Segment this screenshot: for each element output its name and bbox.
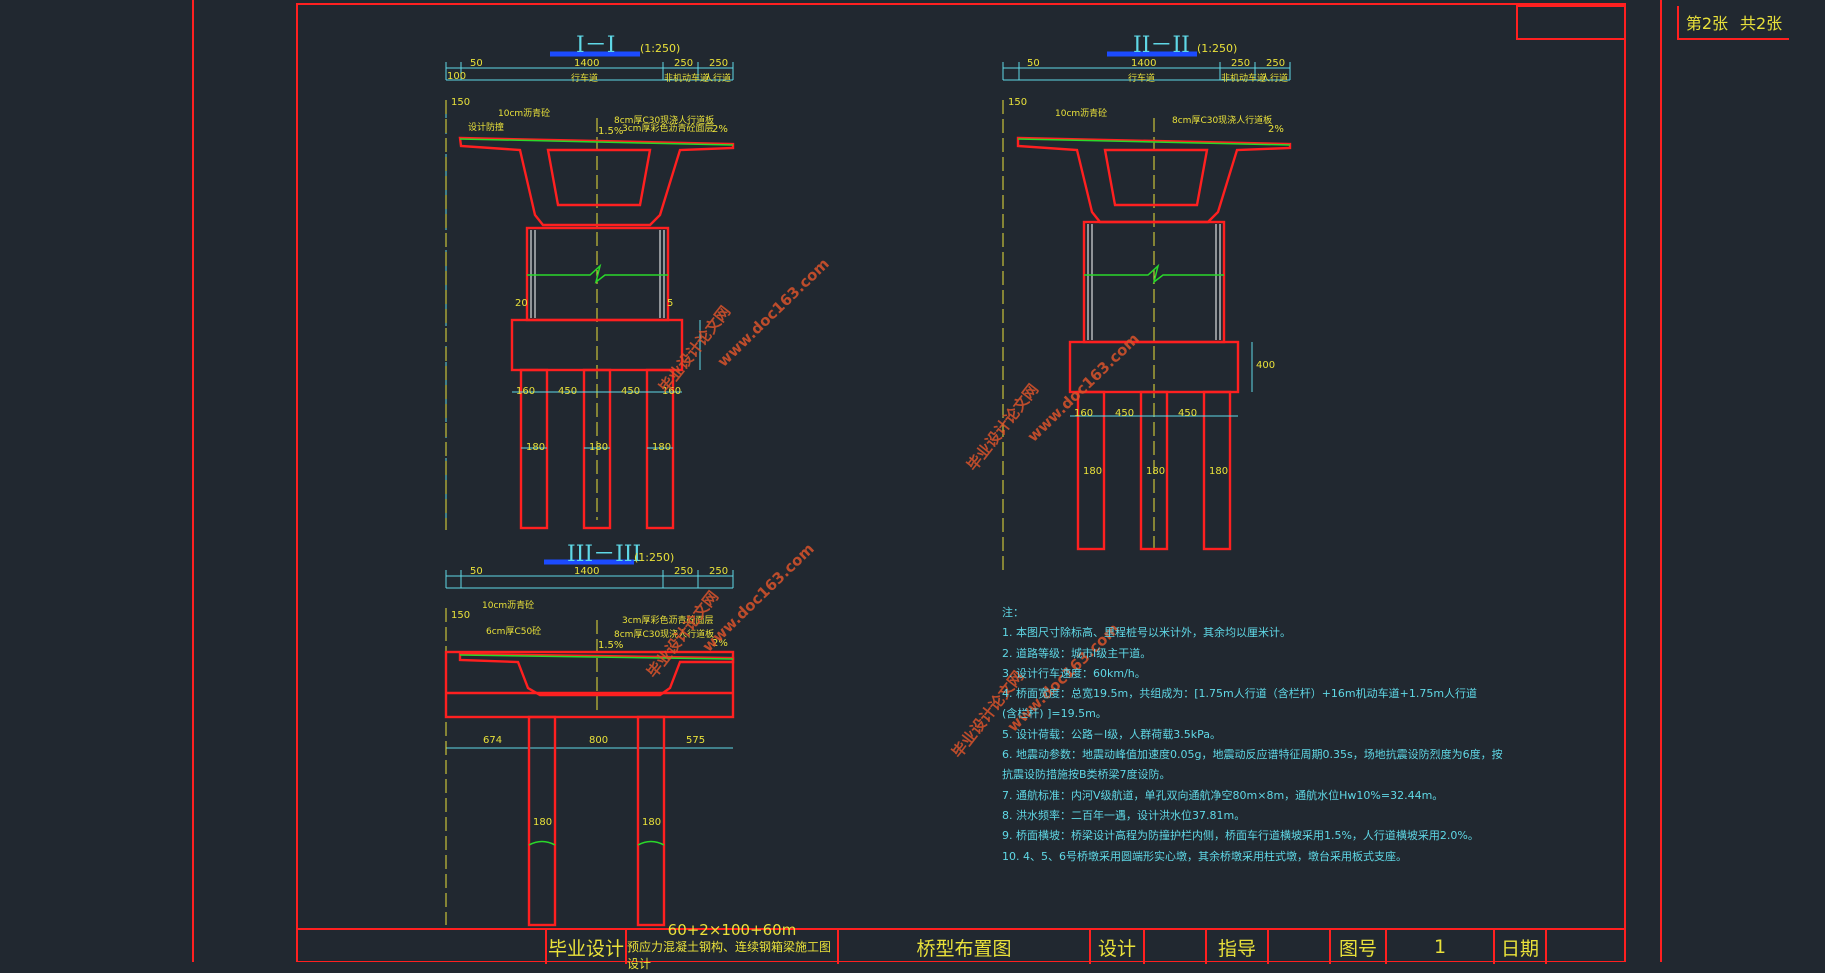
dim2-450-b: 450 <box>1178 408 1198 419</box>
note-line: 10. 4、5、6号桥墩采用圆端形实心墩，其余桥墩采用柱式墩，墩台采用板式支座。 <box>1002 849 1407 863</box>
dim2-250-b: 250 <box>1266 58 1286 69</box>
dim3-1400: 1400 <box>574 566 600 577</box>
dim3-800: 800 <box>589 735 609 746</box>
note-line: 注： <box>1002 606 1024 619</box>
tb-project: 60+2×100+60m 预应力混凝土钢构、连续钢箱梁施工图设计 <box>625 921 837 971</box>
tb-design-type: 毕业设计 <box>545 930 625 964</box>
label3-asphalt-10: 10cm沥青砼 <box>482 601 535 611</box>
section-2-title: II－II <box>1133 33 1190 58</box>
section-2-scale: (1:250) <box>1197 42 1238 55</box>
tb-date-label: 日期 <box>1493 930 1545 964</box>
dim2-150: 150 <box>1008 97 1028 108</box>
dim-1400: 1400 <box>574 58 600 69</box>
label2-asphalt-10: 10cm沥青砼 <box>1055 109 1108 119</box>
dim3-150: 150 <box>451 610 471 621</box>
section-2-drawing <box>1002 51 1292 575</box>
note-line: 抗震设防措施按B类桥梁7度设防。 <box>1002 768 1171 782</box>
tb-advisor-label: 指导 <box>1205 930 1267 964</box>
tb-designer-value <box>1143 930 1205 964</box>
dim-250-b: 250 <box>709 58 729 69</box>
dim3-250: 250 <box>674 566 694 577</box>
tb-drawing-name: 桥型布置图 <box>837 930 1089 964</box>
slope-1: 1.5% <box>598 126 624 137</box>
tb-project-line1: 60+2×100+60m <box>667 920 797 939</box>
section-1-title: I－I <box>576 33 616 58</box>
tb-drawing-no-label: 图号 <box>1329 930 1385 964</box>
drawing-canvas <box>192 0 1662 962</box>
dim-160: 160 <box>516 386 536 397</box>
dim2-180-b: 180 <box>1146 466 1166 477</box>
slope3-1: 1.5% <box>598 640 624 651</box>
dim-150: 150 <box>451 97 471 108</box>
dim3-250-b: 250 <box>709 566 729 577</box>
note-line: 9. 桥面横坡：桥梁设计高程为防撞护栏内侧，桥面车行道横坡采用1.5%，人行道横… <box>1002 829 1479 843</box>
sheet-number: 第2张 共2张 <box>1677 6 1789 40</box>
section-3-scale: (1:250) <box>634 551 675 564</box>
label3-c50: 6cm厚C50砼 <box>486 627 542 637</box>
label2-lane: 行车道 <box>1128 74 1156 84</box>
label-lane: 行车道 <box>571 74 599 84</box>
note-line: 5. 设计荷载：公路－Ⅰ级，人群荷载3.5kPa。 <box>1002 727 1221 741</box>
note-line: 7. 通航标准：内河Ⅴ级航道，单孔双向通航净空80m×8m，通航水位Hw10%=… <box>1002 788 1444 802</box>
dim3-180: 180 <box>533 817 553 828</box>
section-1-scale: (1:250) <box>640 42 681 55</box>
slope-2: 2% <box>712 124 728 135</box>
dim2-180: 180 <box>1083 466 1103 477</box>
cad-drawing-stage: 第2张 共2张 I－I (1:250) II－II (1:250) III－II… <box>0 0 1825 971</box>
label2-walk: 人行道 <box>1261 74 1289 84</box>
title-block: 毕业设计 60+2×100+60m 预应力混凝土钢构、连续钢箱梁施工图设计 桥型… <box>297 921 1625 971</box>
label-bike: 非机动车道 <box>664 74 710 84</box>
dim-180-c: 180 <box>652 442 672 453</box>
dim-5: 5 <box>667 298 674 309</box>
sheet-page: 第2张 <box>1685 14 1728 33</box>
note-line: 1. 本图尺寸除标高、里程桩号以米计外，其余均以厘米计。 <box>1002 626 1291 640</box>
tb-project-line2: 预应力混凝土钢构、连续钢箱梁施工图设计 <box>627 939 832 971</box>
tb-date-value <box>1545 930 1625 964</box>
dim3-50: 50 <box>470 566 483 577</box>
dim3-180-b: 180 <box>642 817 662 828</box>
sheet-total: 共2张 <box>1740 14 1783 33</box>
dim2-180-c: 180 <box>1209 466 1229 477</box>
dim2-450: 450 <box>1115 408 1135 419</box>
tb-designer-label: 设计 <box>1089 930 1143 964</box>
section-3-title: III－III <box>567 542 642 567</box>
label-color-3: 3cm厚彩色沥青砼面层 <box>622 124 714 134</box>
tb-advisor-value <box>1267 930 1329 964</box>
note-line: (含栏杆) ]=19.5m。 <box>1002 707 1107 721</box>
dim-450-b: 450 <box>621 386 641 397</box>
dim2-250: 250 <box>1231 58 1251 69</box>
label-asphalt-10: 10cm沥青砼 <box>498 109 551 119</box>
dim-180: 180 <box>526 442 546 453</box>
label2-bike: 非机动车道 <box>1221 74 1267 84</box>
dim2-50: 50 <box>1027 58 1040 69</box>
note-line: 2. 道路等级：城市Ⅰ级主干道。 <box>1002 646 1152 660</box>
dim-100: 100 <box>447 71 467 82</box>
slope2-2: 2% <box>1268 124 1284 135</box>
dim-50: 50 <box>470 58 483 69</box>
dim-20: 20 <box>515 298 528 309</box>
dim-180-b: 180 <box>589 442 609 453</box>
note-line: 6. 地震动参数：地震动峰值加速度0.05g，地震动反应谱特征周期0.35s，场… <box>1002 748 1503 762</box>
dim3-674: 674 <box>483 735 503 746</box>
label2-c30: 8cm厚C30现浇人行道板 <box>1172 116 1273 126</box>
note-line: 8. 洪水频率：二百年一遇，设计洪水位37.81m。 <box>1002 808 1246 822</box>
label-walk: 人行道 <box>704 74 732 84</box>
dim-250: 250 <box>674 58 694 69</box>
note-line: 4. 桥面宽度：总宽19.5m，共组成为：[1.75m人行道（含栏杆）+16m机… <box>1002 687 1478 701</box>
note-line: 3. 设计行车速度：60km/h。 <box>1002 666 1146 680</box>
label-rail: 设计防撞 <box>468 123 505 133</box>
dim2-400: 400 <box>1256 360 1276 371</box>
tb-drawing-no: 1 <box>1385 930 1493 964</box>
dim2-160: 160 <box>1074 408 1094 419</box>
dim3-575: 575 <box>686 735 706 746</box>
dim2-1400: 1400 <box>1131 58 1157 69</box>
dim-450: 450 <box>558 386 578 397</box>
design-notes: 注： 1. 本图尺寸除标高、里程桩号以米计外，其余均以厘米计。 2. 道路等级：… <box>1002 603 1503 867</box>
